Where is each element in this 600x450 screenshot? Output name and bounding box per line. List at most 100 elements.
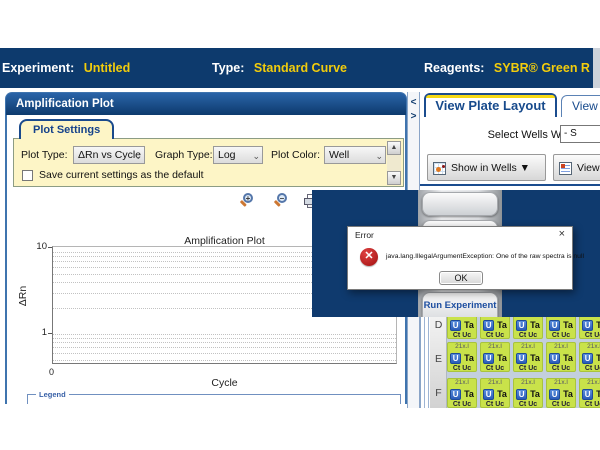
plate-well[interactable]: 21x.lUTaCt Uc bbox=[579, 317, 600, 339]
y-tick-label: 10 bbox=[25, 241, 47, 252]
close-icon[interactable]: × bbox=[559, 228, 565, 240]
plot-settings-box: Plot Type: ΔRn vs Cycle ⌄ Graph Type: Lo… bbox=[13, 138, 404, 187]
experiment-label: Experiment: bbox=[2, 61, 74, 75]
plot-color-select[interactable]: Well ⌄ bbox=[324, 146, 386, 164]
chevron-down-icon: ⌄ bbox=[252, 148, 260, 164]
well-detail-text: Ct Uc bbox=[580, 365, 600, 372]
gridline bbox=[53, 360, 396, 361]
well-target-text: Ta bbox=[497, 320, 507, 330]
well-sample-text: 21x.l bbox=[448, 343, 476, 351]
well-detail-text: Ct Uc bbox=[514, 365, 542, 372]
well-task-badge: U bbox=[582, 389, 593, 400]
plate-well[interactable]: 21x.lUTaCt Uc bbox=[480, 317, 510, 339]
well-sample-text: 21x.l bbox=[448, 379, 476, 387]
well-target-text: Ta bbox=[563, 353, 573, 363]
well-task-badge: U bbox=[483, 353, 494, 364]
well-target-text: Ta bbox=[464, 320, 474, 330]
collapse-left-icon[interactable]: < bbox=[408, 97, 419, 108]
well-target-text: Ta bbox=[464, 353, 474, 363]
well-task-badge: U bbox=[483, 389, 494, 400]
well-target-text: Ta bbox=[530, 389, 540, 399]
plate-row-label: F bbox=[430, 387, 447, 399]
well-task-badge: U bbox=[516, 353, 527, 364]
right-edge-strip bbox=[593, 48, 600, 88]
well-sample-text: 21x.l bbox=[580, 343, 600, 351]
save-default-label: Save current settings as the default bbox=[39, 169, 204, 181]
experiment-value: Untitled bbox=[84, 61, 131, 75]
graph-type-label: Graph Type: bbox=[155, 149, 213, 161]
zoom-out-icon[interactable]: – bbox=[274, 193, 290, 209]
toolbar-divider bbox=[420, 184, 600, 186]
show-in-wells-button[interactable]: Show in Wells ▼ bbox=[427, 154, 546, 181]
plot-color-label: Plot Color: bbox=[271, 149, 320, 161]
ok-button[interactable]: OK bbox=[439, 271, 483, 285]
tab-view-well-table[interactable]: View bbox=[561, 95, 600, 117]
tab-plot-settings[interactable]: Plot Settings bbox=[19, 119, 114, 139]
well-target-text: Ta bbox=[596, 320, 600, 330]
well-sample-text: 21x.l bbox=[481, 343, 509, 351]
well-target-text: Ta bbox=[530, 320, 540, 330]
app-window: Experiment: Untitled Type: Standard Curv… bbox=[0, 0, 600, 450]
plate-left-border bbox=[420, 317, 430, 408]
plate-well[interactable]: 21x.lUTaCt Uc bbox=[447, 378, 477, 408]
graph-type-value: Log bbox=[218, 149, 236, 161]
experiment-field: Experiment: Untitled bbox=[2, 61, 130, 75]
view-legend-button[interactable]: View L bbox=[553, 154, 600, 181]
error-message: java.lang.IllegalArgumentException: One … bbox=[386, 253, 584, 260]
well-task-badge: U bbox=[450, 320, 461, 331]
plate-well[interactable]: 21x.l UTa Ct Uc bbox=[480, 378, 510, 408]
scroll-up-icon[interactable]: ▲ bbox=[387, 141, 401, 155]
well-sample-text: 21x.l bbox=[481, 379, 509, 387]
plate-well[interactable]: 21x.lUTaCt Uc bbox=[447, 342, 477, 372]
plate-well[interactable]: 21x.lUTaCt Uc bbox=[579, 342, 600, 372]
gridline bbox=[53, 353, 396, 354]
select-wells-label: Select Wells With: bbox=[440, 129, 576, 141]
well-sample-text: 21x.l bbox=[580, 379, 600, 387]
show-in-wells-label: Show in Wells ▼ bbox=[451, 162, 530, 174]
run-experiment-button[interactable]: Run Experiment bbox=[422, 292, 498, 317]
well-detail-text: Ct Uc bbox=[481, 365, 509, 372]
well-target-text: Ta bbox=[563, 320, 573, 330]
plate-well[interactable]: 21x.lUTaCt Uc bbox=[513, 378, 543, 408]
well-sample-text: 21x.l bbox=[547, 343, 575, 351]
save-default-checkbox[interactable] bbox=[22, 170, 33, 181]
well-target-text: Ta bbox=[497, 389, 507, 399]
well-detail-text: Ct Uc bbox=[481, 401, 509, 408]
well-target-text: Ta bbox=[530, 353, 540, 363]
plot-type-value: ΔRn vs Cycle bbox=[78, 149, 141, 161]
plot-type-select[interactable]: ΔRn vs Cycle ⌄ bbox=[73, 146, 145, 164]
well-target-text: Ta bbox=[464, 389, 474, 399]
well-sample-text: 21x.l bbox=[514, 343, 542, 351]
y-axis-label: ΔRn bbox=[17, 286, 29, 306]
experiment-info-bar: Experiment: Untitled Type: Standard Curv… bbox=[0, 48, 600, 88]
plate-well[interactable]: 21x.l UTa Ct Uc bbox=[513, 342, 543, 372]
plate-well[interactable]: 21x.lUTaCt Uc bbox=[480, 342, 510, 372]
well-task-badge: U bbox=[549, 353, 560, 364]
gridline bbox=[53, 338, 396, 339]
plate-well[interactable]: 21x.lUTaCt Uc bbox=[546, 342, 576, 372]
plot-settings-row: Plot Type: ΔRn vs Cycle ⌄ Graph Type: Lo… bbox=[14, 146, 403, 164]
well-target-text: Ta bbox=[563, 389, 573, 399]
well-detail-text: Ct Uc bbox=[580, 332, 600, 339]
expand-right-icon[interactable]: > bbox=[408, 111, 419, 122]
tab-plate-layout-label: View Plate Layout bbox=[435, 98, 545, 113]
graph-type-select[interactable]: Log ⌄ bbox=[213, 146, 263, 164]
tab-view-plate-layout[interactable]: View Plate Layout bbox=[424, 93, 557, 117]
well-detail-text: Ct Uc bbox=[481, 332, 509, 339]
scroll-down-icon[interactable]: ▼ bbox=[387, 171, 401, 185]
reagents-field: Reagents: SYBR® Green R bbox=[424, 61, 590, 75]
plate-well[interactable]: 21x.lUTaCt Uc bbox=[546, 378, 576, 408]
well-task-badge: U bbox=[450, 353, 461, 364]
view-legend-icon bbox=[559, 162, 572, 175]
error-dialog: Error × ✕ java.lang.IllegalArgumentExcep… bbox=[347, 226, 573, 290]
select-wells-dropdown[interactable]: - S bbox=[560, 125, 600, 143]
run-experiment-label: Run Experiment bbox=[423, 300, 497, 311]
zoom-in-icon[interactable]: + bbox=[240, 193, 256, 209]
plate-well[interactable]: 21x.lUTaCt Uc bbox=[447, 317, 477, 339]
settings-scrollbar[interactable]: ▲ ▼ bbox=[387, 141, 401, 185]
instrument-button-top[interactable] bbox=[422, 192, 498, 216]
plate-well[interactable]: 21x.lUTaCt Uc bbox=[579, 378, 600, 408]
plate-well[interactable]: 21x.lUTaCt Uc bbox=[546, 317, 576, 339]
plate-well[interactable]: 21x.lUTaCt Uc bbox=[513, 317, 543, 339]
well-detail-text: Ct Uc bbox=[448, 332, 476, 339]
